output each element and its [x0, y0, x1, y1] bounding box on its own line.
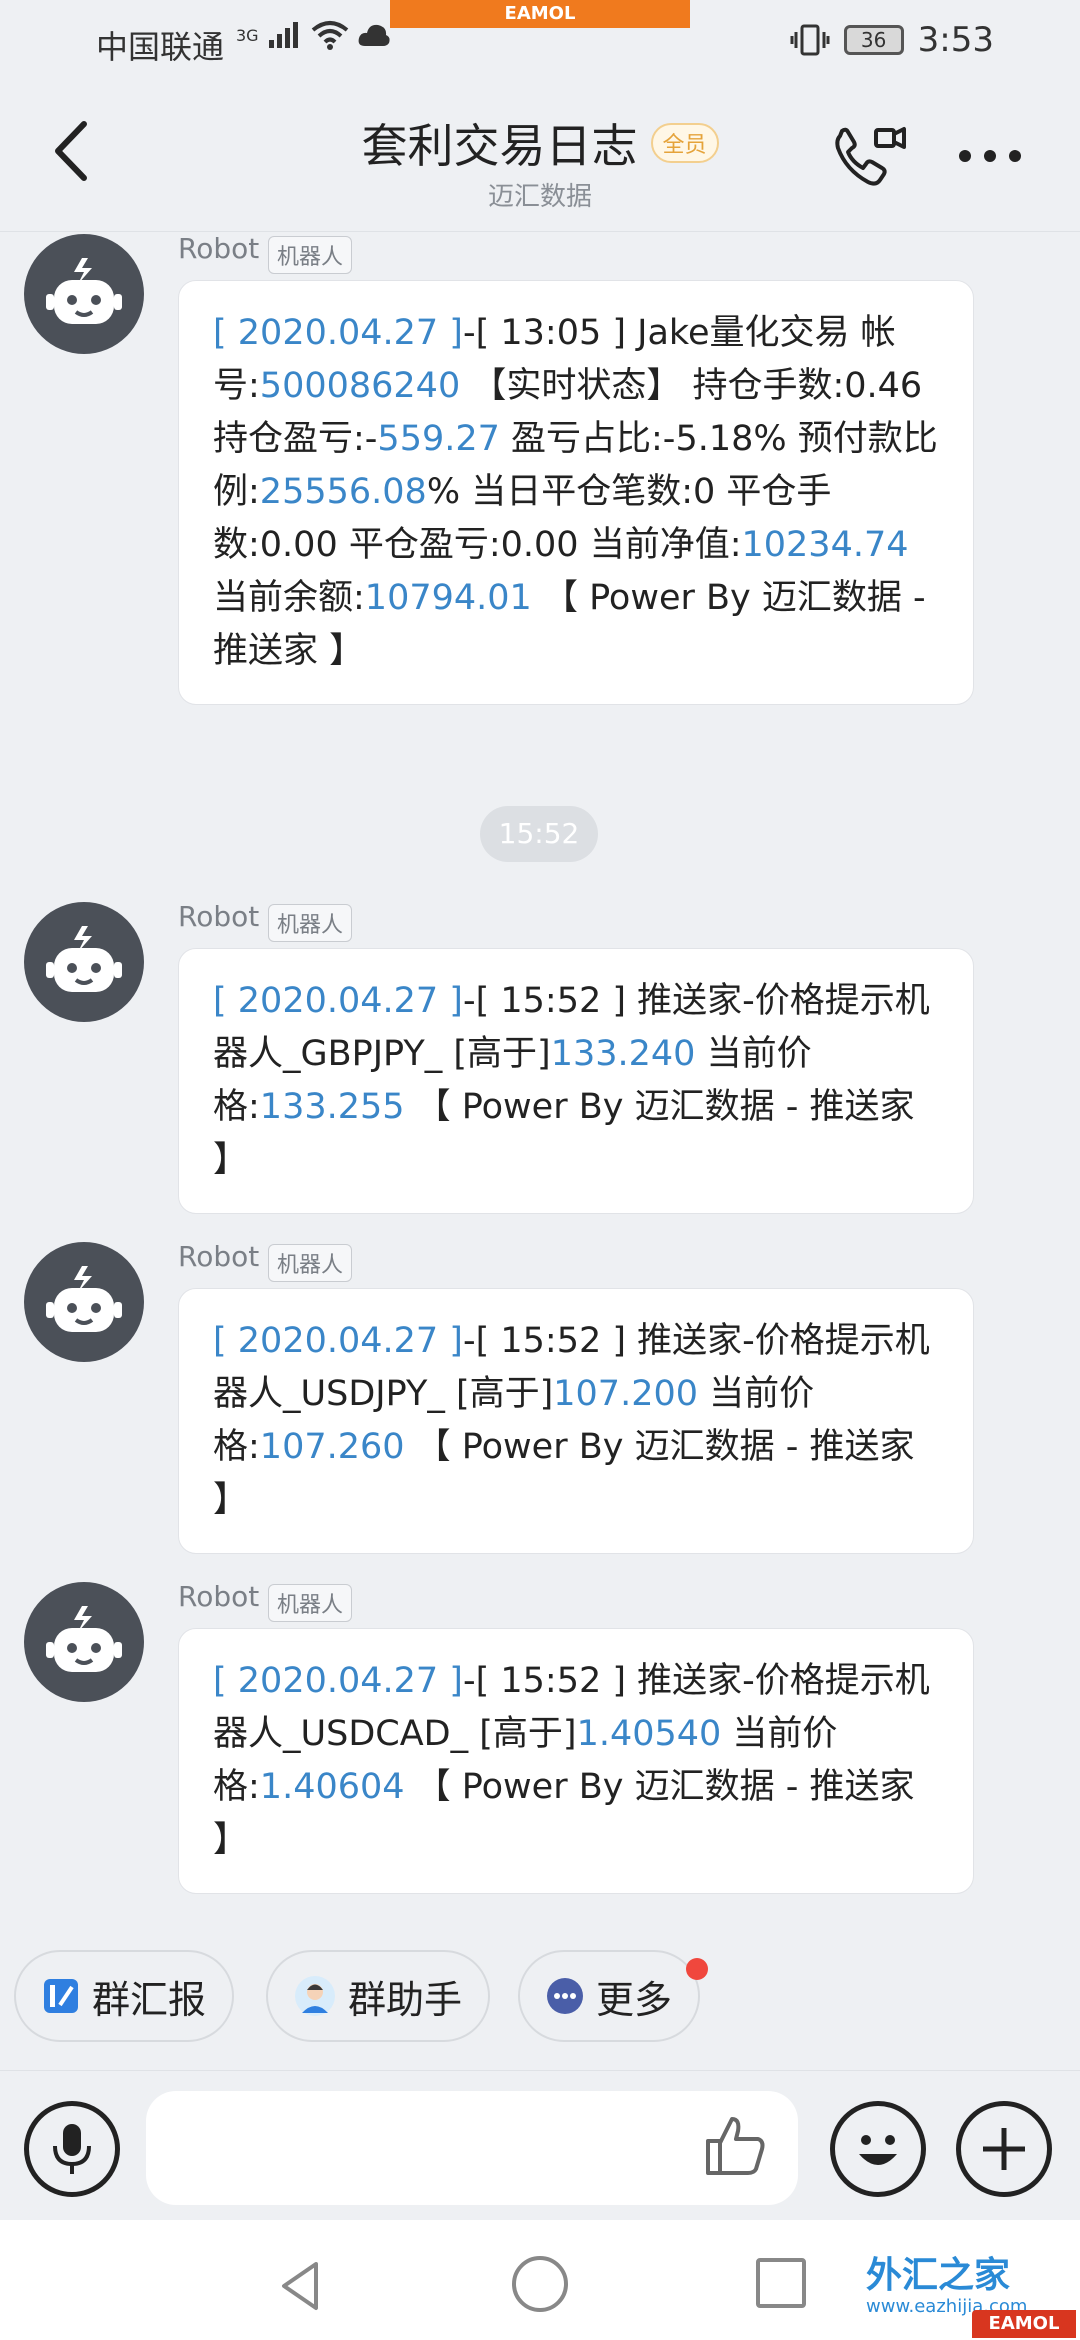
highlight-value: 107.260 [259, 1427, 405, 1467]
robot-avatar[interactable] [24, 234, 144, 354]
input-bar [0, 2070, 1080, 2220]
status-bar: EAMOL 中国联通 3G 36 3:53 [0, 0, 1080, 86]
highlight-value: [ 2020.04.27 ] [213, 313, 463, 353]
group-report-label: 群汇报 [92, 1977, 207, 2022]
highlight-value: [ 2020.04.27 ] [213, 1661, 463, 1701]
robot-avatar[interactable] [24, 1242, 144, 1362]
corner-brand-tag: EAMOL [972, 2310, 1076, 2338]
more-actions-button[interactable]: 更多 [518, 1950, 701, 2042]
highlight-value: [ 2020.04.27 ] [213, 981, 463, 1021]
highlight-value: 25556.08 [259, 472, 427, 512]
notification-dot [686, 1958, 708, 1980]
nav-recents-icon[interactable] [756, 2258, 806, 2308]
report-icon [44, 1979, 78, 2013]
title-wrap: 套利交易日志 全员 [0, 110, 1080, 176]
signal-icon [268, 22, 298, 48]
highlight-value: 10234.74 [741, 525, 909, 565]
battery-level: 36 [843, 25, 904, 55]
clock: 3:53 [917, 20, 994, 60]
message-bubble[interactable]: [ 2020.04.27 ]-[ 13:05 ] Jake量化交易 帐号:500… [178, 280, 974, 705]
highlight-value: 107.200 [553, 1374, 698, 1414]
quick-actions-bar: 群汇报 群助手 更多 [0, 1950, 1080, 2060]
highlight-value: 500086240 [259, 366, 461, 406]
watermark-logo: 外汇之家 [866, 2255, 1011, 2296]
group-assistant-label: 群助手 [348, 1977, 463, 2022]
chat-title: 套利交易日志 [361, 119, 638, 173]
wifi-icon [311, 21, 348, 50]
chat-header: 套利交易日志 全员 迈汇数据 [0, 86, 1080, 232]
status-icons: 3G [236, 20, 391, 50]
robot-avatar[interactable] [24, 902, 144, 1022]
smiley-icon [859, 2135, 897, 2165]
sender-name: Robot [178, 1240, 260, 1273]
robot-avatar[interactable] [24, 1582, 144, 1702]
highlight-value: 1.40540 [576, 1714, 722, 1754]
highlight-value: 133.240 [550, 1034, 696, 1074]
vibrate-icon [790, 24, 830, 56]
sender-name: Robot [178, 900, 260, 933]
robot-icon [46, 258, 122, 324]
top-banner: EAMOL [390, 0, 690, 28]
nav-home-icon[interactable] [512, 2256, 568, 2312]
more-options-icon[interactable] [955, 136, 1025, 176]
highlight-value: 133.255 [259, 1087, 405, 1127]
attach-plus-button[interactable] [956, 2101, 1052, 2197]
chat-subtitle: 迈汇数据 [487, 182, 592, 212]
robot-tag: 机器人 [268, 904, 353, 942]
highlight-value: 1.40604 [259, 1767, 405, 1807]
member-badge: 全员 [650, 123, 719, 163]
robot-icon [46, 1266, 122, 1332]
video-call-icon[interactable] [830, 122, 910, 192]
microphone-icon [53, 2124, 91, 2174]
more-actions-label: 更多 [596, 1977, 673, 2022]
robot-tag: 机器人 [268, 1584, 353, 1622]
emoji-button[interactable] [830, 2101, 926, 2197]
plus-icon [983, 2128, 1025, 2170]
message-text: 当前余额: [213, 578, 365, 618]
time-divider: 15:52 [480, 806, 598, 862]
highlight-value: 10794.01 [364, 578, 532, 618]
thumbs-up-icon[interactable] [700, 2111, 770, 2181]
highlight-value: [ 2020.04.27 ] [213, 1321, 463, 1361]
robot-tag: 机器人 [268, 236, 353, 274]
highlight-value: 559.27 [377, 419, 500, 459]
voice-input-button[interactable] [24, 2101, 120, 2197]
carrier-name: 中国联通 [96, 28, 225, 66]
network-type: 3G [236, 25, 259, 45]
robot-tag: 机器人 [268, 1244, 353, 1282]
nav-back-icon[interactable] [272, 2256, 332, 2316]
sender-name: Robot [178, 232, 260, 265]
message-bubble[interactable]: [ 2020.04.27 ]-[ 15:52 ] 推送家-价格提示机器人_USD… [178, 1288, 974, 1554]
sender-name: Robot [178, 1580, 260, 1613]
group-report-button[interactable]: 群汇报 [14, 1950, 235, 2042]
status-right: 36 3:53 [790, 20, 994, 60]
assistant-icon [295, 1976, 335, 2016]
cloud-icon [358, 24, 390, 46]
message-bubble[interactable]: [ 2020.04.27 ]-[ 15:52 ] 推送家-价格提示机器人_GBP… [178, 948, 974, 1214]
group-assistant-button[interactable]: 群助手 [266, 1950, 491, 2042]
message-bubble[interactable]: [ 2020.04.27 ]-[ 15:52 ] 推送家-价格提示机器人_USD… [178, 1628, 974, 1894]
more-dots-icon [547, 1978, 583, 2014]
robot-icon [46, 926, 122, 992]
robot-icon [46, 1606, 122, 1672]
